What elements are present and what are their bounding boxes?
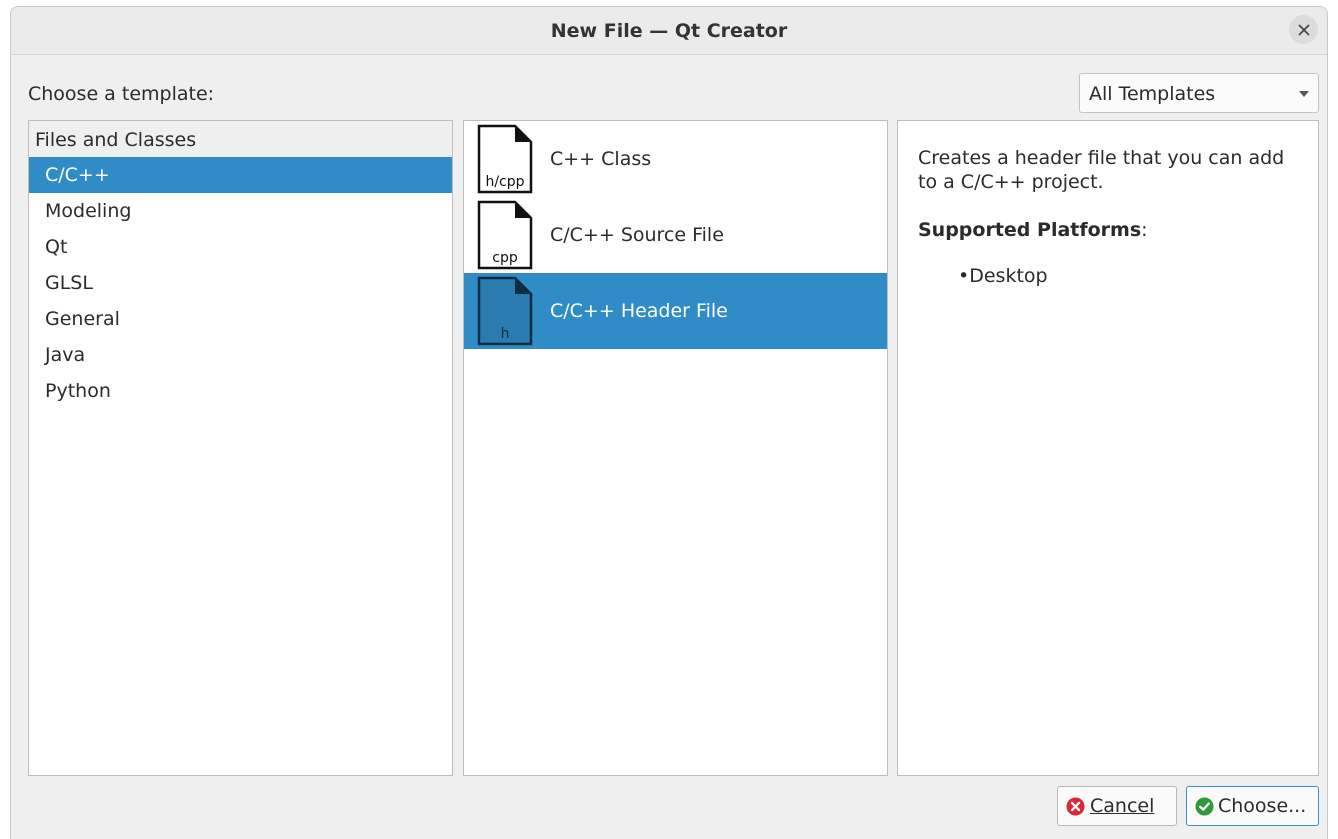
template-item-cpp-header[interactable]: h C/C++ Header File xyxy=(464,273,887,349)
file-icon: h/cpp xyxy=(477,124,533,194)
cancel-button-label: Cancel xyxy=(1090,795,1155,817)
category-item-java[interactable]: Java xyxy=(29,337,452,373)
chevron-down-icon xyxy=(1299,91,1309,97)
template-item-label: C++ Class xyxy=(550,148,652,170)
choose-template-label: Choose a template: xyxy=(28,83,215,105)
choose-button-label: Choose... xyxy=(1218,795,1307,817)
supported-platforms-label: Supported Platforms xyxy=(918,219,1142,241)
category-item-label: Modeling xyxy=(45,200,132,222)
category-item-general[interactable]: General xyxy=(29,301,452,337)
window-title: New File — Qt Creator xyxy=(550,20,788,42)
supported-platforms-heading: Supported Platforms: xyxy=(918,219,1148,241)
category-item-modeling[interactable]: Modeling xyxy=(29,193,452,229)
category-item-glsl[interactable]: GLSL xyxy=(29,265,452,301)
supported-platforms-colon: : xyxy=(1141,219,1148,241)
bullet-icon: • xyxy=(958,265,970,287)
check-icon xyxy=(1195,797,1214,816)
category-item-cpp[interactable]: C/C++ xyxy=(29,157,452,193)
category-group-header[interactable]: Files and Classes xyxy=(29,121,452,158)
new-file-dialog: New File — Qt Creator Choose a template:… xyxy=(10,6,1328,839)
platform-list-item: •Desktop xyxy=(958,265,1048,287)
file-icon: cpp xyxy=(477,200,533,270)
category-group-label: Files and Classes xyxy=(35,129,197,151)
template-description: Creates a header file that you can add t… xyxy=(918,147,1285,193)
template-filter-value: All Templates xyxy=(1089,83,1216,105)
cancel-icon xyxy=(1066,797,1085,816)
category-item-label: Python xyxy=(45,380,111,402)
close-button[interactable] xyxy=(1289,15,1318,44)
file-icon: h xyxy=(477,276,533,346)
titlebar: New File — Qt Creator xyxy=(11,7,1327,55)
category-item-label: Java xyxy=(45,344,86,366)
cancel-button[interactable]: Cancel xyxy=(1057,786,1177,826)
template-item-label: C/C++ Source File xyxy=(550,224,724,246)
choose-button[interactable]: Choose... xyxy=(1186,786,1319,826)
template-filter-combo[interactable]: All Templates xyxy=(1079,73,1319,113)
template-list: h/cpp C++ Class cpp C/C++ Source File h … xyxy=(463,120,888,776)
template-item-label: C/C++ Header File xyxy=(550,300,728,322)
category-item-qt[interactable]: Qt xyxy=(29,229,452,265)
category-item-label: C/C++ xyxy=(45,164,110,186)
category-item-label: Qt xyxy=(45,236,68,258)
file-icon-label: h/cpp xyxy=(485,174,524,190)
template-item-cpp-source[interactable]: cpp C/C++ Source File xyxy=(464,197,887,273)
file-icon-label: cpp xyxy=(492,250,518,266)
category-item-python[interactable]: Python xyxy=(29,373,452,409)
template-item-cpp-class[interactable]: h/cpp C++ Class xyxy=(464,121,887,197)
category-list: Files and Classes C/C++ Modeling Qt GLSL… xyxy=(28,120,453,776)
category-item-label: General xyxy=(45,308,120,330)
template-description-panel: Creates a header file that you can add t… xyxy=(897,120,1319,776)
file-icon-label: h xyxy=(501,326,510,342)
close-icon xyxy=(1297,23,1310,36)
platform-label: Desktop xyxy=(969,265,1048,287)
category-item-label: GLSL xyxy=(45,272,93,294)
